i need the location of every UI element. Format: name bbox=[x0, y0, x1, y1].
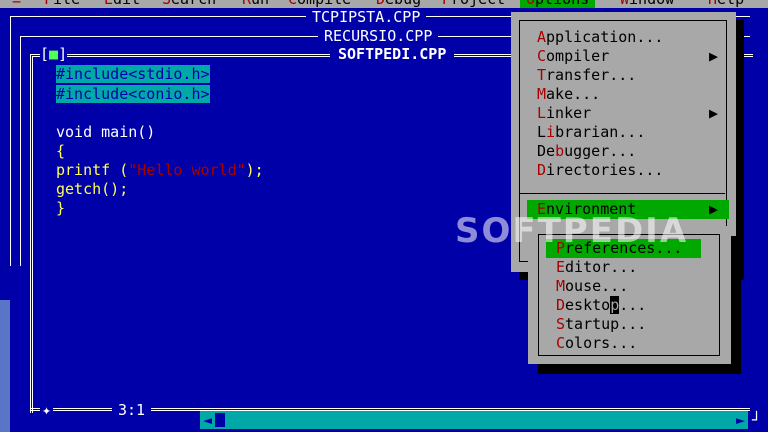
menu-edit[interactable]: Edit bbox=[104, 0, 140, 8]
close-box[interactable]: [■] bbox=[40, 45, 68, 64]
window-move-icon[interactable]: ✦ bbox=[40, 401, 54, 420]
menu-desktop[interactable]: Desktop... bbox=[556, 296, 646, 315]
window-frame-back1-left bbox=[10, 16, 11, 266]
menu-compile[interactable]: Compile bbox=[288, 0, 351, 8]
watermark-logo: SOFTPEDIA bbox=[455, 211, 689, 251]
menu-editor[interactable]: Editor... bbox=[556, 258, 637, 277]
menu-bar: ≡ File Edit Search Run Compile Debug Pro… bbox=[0, 0, 768, 8]
menu-colors[interactable]: Colors... bbox=[556, 334, 637, 353]
linker-submenu-arrow-icon: ▶ bbox=[709, 104, 719, 122]
code-line-7[interactable]: getch(); bbox=[56, 180, 128, 199]
scroll-right-arrow-icon[interactable]: ► bbox=[736, 411, 745, 430]
scroll-thumb[interactable] bbox=[215, 413, 225, 427]
environment-submenu-arrow-icon: ▶ bbox=[709, 200, 719, 218]
menu-run[interactable]: Run bbox=[242, 0, 269, 8]
window-frame-back2-left bbox=[20, 36, 21, 266]
menu-startup[interactable]: Startup... bbox=[556, 315, 646, 334]
menu-search[interactable]: Search bbox=[162, 0, 216, 8]
menu-transfer[interactable]: Transfer... bbox=[537, 66, 636, 85]
horizontal-scrollbar[interactable] bbox=[200, 411, 748, 429]
resize-corner-icon[interactable]: ┘ bbox=[752, 411, 761, 430]
compiler-submenu-arrow-icon: ▶ bbox=[709, 47, 719, 65]
menu-mouse[interactable]: Mouse... bbox=[556, 277, 628, 296]
desktop-pattern bbox=[0, 300, 10, 432]
code-line-2[interactable]: #include<conio.h> bbox=[56, 85, 210, 104]
window-title-back2[interactable]: RECURSIO.CPP bbox=[318, 27, 439, 46]
menu-debugger[interactable]: Debugger... bbox=[537, 142, 636, 161]
menu-make[interactable]: Make... bbox=[537, 85, 600, 104]
menu-compiler[interactable]: Compiler bbox=[537, 47, 609, 66]
scroll-left-arrow-icon[interactable]: ◄ bbox=[203, 411, 212, 430]
code-line-6[interactable]: printf ("Hello world"); bbox=[56, 161, 264, 180]
window-title-active[interactable]: SOFTPEDI.CPP bbox=[330, 45, 455, 64]
code-line-5[interactable]: { bbox=[56, 142, 65, 161]
dropdown-separator bbox=[519, 193, 725, 194]
menu-debug[interactable]: Debug bbox=[376, 0, 421, 8]
system-menu[interactable]: ≡ bbox=[12, 0, 21, 8]
menu-file[interactable]: File bbox=[44, 0, 80, 8]
menu-librarian[interactable]: Librarian... bbox=[537, 123, 645, 142]
menu-project[interactable]: Project bbox=[442, 0, 505, 8]
window-title-back1[interactable]: TCPIPSTA.CPP bbox=[306, 8, 427, 27]
cursor-position: 3:1 bbox=[112, 401, 152, 420]
code-line-4[interactable]: void main() bbox=[56, 123, 155, 142]
menu-directories[interactable]: Directories... bbox=[537, 161, 663, 180]
menu-window[interactable]: Window bbox=[620, 0, 674, 8]
code-line-8[interactable]: } bbox=[56, 199, 65, 218]
menu-application[interactable]: Application... bbox=[537, 28, 663, 47]
code-line-1[interactable]: #include<stdio.h> bbox=[56, 65, 210, 84]
menu-help[interactable]: Help bbox=[708, 0, 744, 8]
menu-options[interactable]: Options bbox=[520, 0, 596, 8]
menu-linker[interactable]: Linker bbox=[537, 104, 591, 123]
